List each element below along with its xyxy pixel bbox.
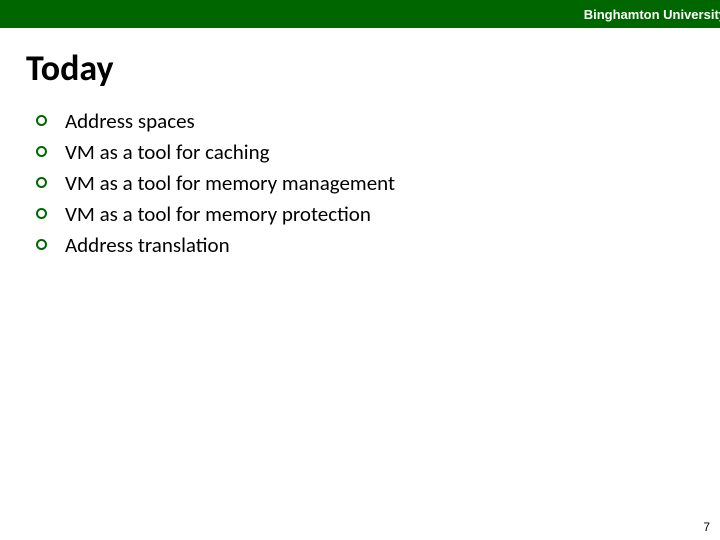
list-item: VM as a tool for caching [36,139,720,166]
bullet-text: Address spaces [65,108,195,135]
bullet-list: Address spaces VM as a tool for caching … [36,108,720,258]
list-item: Address translation [36,232,720,259]
bullet-icon [36,146,47,157]
bullet-text: VM as a tool for caching [65,139,270,166]
page-number: 7 [703,520,710,534]
slide: Binghamton University Today Address spac… [0,0,720,540]
bullet-text: Address translation [65,232,230,259]
institution-label: Binghamton University [584,7,720,22]
header-bar: Binghamton University [0,0,720,28]
slide-title: Today [26,46,720,90]
list-item: VM as a tool for memory protection [36,201,720,228]
bullet-icon [36,115,47,126]
bullet-icon [36,177,47,188]
list-item: Address spaces [36,108,720,135]
bullet-text: VM as a tool for memory protection [65,201,371,228]
list-item: VM as a tool for memory management [36,170,720,197]
bullet-icon [36,239,47,250]
bullet-icon [36,208,47,219]
bullet-text: VM as a tool for memory management [65,170,395,197]
